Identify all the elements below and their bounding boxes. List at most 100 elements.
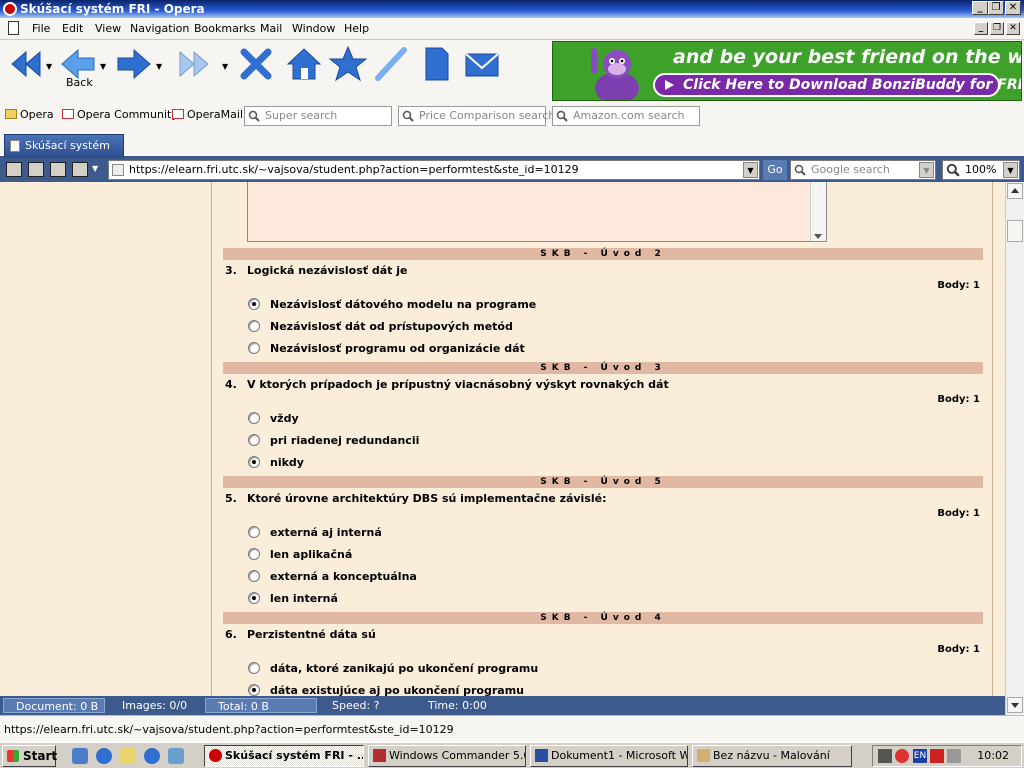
- new-page-icon[interactable]: [72, 162, 88, 177]
- magnifier-icon: [402, 110, 414, 122]
- go-button[interactable]: Go: [763, 160, 787, 180]
- opera-logo-icon: [3, 2, 17, 16]
- bonzibuddy-banner-ad[interactable]: and be your best friend on the web! Clic…: [552, 41, 1022, 101]
- start-button[interactable]: Start: [2, 745, 58, 767]
- super-search-field[interactable]: Super search: [244, 106, 392, 126]
- tab-skusaci-system[interactable]: Skúšací systém FRI: [4, 134, 124, 174]
- google-search-field[interactable]: Google search ▼: [790, 160, 936, 180]
- radio-button[interactable]: [248, 548, 260, 560]
- quicklaunch-browser-icon[interactable]: [144, 748, 160, 764]
- search-dropdown-icon[interactable]: ▼: [919, 162, 934, 178]
- page-icon: [10, 140, 20, 152]
- menu-window[interactable]: Window: [292, 22, 335, 35]
- radio-button[interactable]: [248, 434, 260, 446]
- address-dropdown-icon[interactable]: ▼: [743, 162, 758, 178]
- status-total: Total: 0 B: [205, 698, 317, 713]
- amazon-search-field[interactable]: Amazon.com search: [552, 106, 700, 126]
- menu-bookmarks[interactable]: Bookmarks: [194, 22, 255, 35]
- minimize-button[interactable]: _: [972, 1, 988, 15]
- title-bar: Skúšací systém FRI - Opera _ ❐ ✕: [0, 0, 1024, 18]
- radio-button[interactable]: [248, 570, 260, 582]
- question-label: Ktoré úrovne architektúry DBS sú impleme…: [247, 492, 607, 505]
- radio-button[interactable]: [248, 526, 260, 538]
- task-windows-commander[interactable]: Windows Commander 5.0...: [368, 745, 526, 767]
- radio-button[interactable]: [248, 342, 260, 354]
- menu-navigation[interactable]: Navigation: [130, 22, 189, 35]
- transfer-status-bar: Document: 0 B Images: 0/0 Total: 0 B Spe…: [0, 696, 1005, 715]
- radio-button[interactable]: [248, 456, 260, 468]
- mdi-close-button[interactable]: ✕: [1006, 22, 1020, 35]
- ad-cta-label: Click Here to Download BonziBuddy for FR…: [683, 77, 1022, 93]
- bookmark-opera[interactable]: Opera: [5, 108, 54, 121]
- windows-taskbar: Start Skúšací systém FRI - ... Windows C…: [0, 742, 1024, 768]
- mail-icon[interactable]: [462, 44, 502, 84]
- language-indicator[interactable]: EN: [913, 749, 927, 763]
- zoom-dropdown-icon[interactable]: ▼: [1003, 162, 1018, 178]
- zoom-field[interactable]: 100% ▼: [942, 160, 1020, 180]
- bookmark-opera-community[interactable]: Opera Community: [62, 108, 178, 121]
- rewind-icon[interactable]: [4, 44, 44, 84]
- textarea-scrollbar[interactable]: [810, 182, 826, 241]
- menu-help[interactable]: Help: [344, 22, 369, 35]
- fast-forward-dropdown-icon[interactable]: ▼: [222, 62, 228, 71]
- clock: 10:02: [977, 749, 1009, 762]
- radio-button[interactable]: [248, 298, 260, 310]
- mdi-restore-button[interactable]: ❐: [990, 22, 1004, 35]
- home-icon[interactable]: [284, 44, 324, 84]
- radio-button[interactable]: [248, 592, 260, 604]
- windows-logo-icon: [7, 750, 19, 762]
- stop-icon[interactable]: [236, 44, 276, 84]
- tray-plus-icon[interactable]: [930, 749, 944, 763]
- radio-button[interactable]: [248, 662, 260, 674]
- window-title: Skúšací systém FRI - Opera: [20, 2, 205, 16]
- address-field[interactable]: https://elearn.fri.utc.sk/~vajsova/stude…: [108, 160, 760, 180]
- print-icon[interactable]: [50, 162, 66, 177]
- task-word[interactable]: Dokument1 - Microsoft W...: [530, 745, 688, 767]
- task-opera[interactable]: Skúšací systém FRI - ...: [204, 745, 364, 767]
- radio-button[interactable]: [248, 320, 260, 332]
- tray-antivirus-icon[interactable]: [895, 749, 909, 763]
- camera-icon[interactable]: [28, 162, 44, 177]
- question-text: 6. Perzistentné dáta sú: [225, 628, 376, 641]
- quicklaunch-notepad-icon[interactable]: [120, 748, 136, 764]
- answer-textarea[interactable]: [247, 182, 827, 242]
- scroll-up-button[interactable]: [1007, 183, 1023, 199]
- tray-volume-icon[interactable]: [947, 749, 961, 763]
- start-label: Start: [23, 749, 58, 763]
- left-frame: [0, 182, 212, 696]
- wand-icon[interactable]: [6, 162, 22, 177]
- menu-mail[interactable]: Mail: [260, 22, 282, 35]
- rewind-dropdown-icon[interactable]: ▼: [46, 62, 52, 71]
- quicklaunch-outlook-icon[interactable]: [72, 748, 88, 764]
- back-dropdown-icon[interactable]: ▼: [100, 62, 106, 71]
- page-icon[interactable]: [416, 44, 456, 84]
- price-comparison-search-field[interactable]: Price Comparison search: [398, 106, 555, 126]
- tray-app-icon[interactable]: [878, 749, 892, 763]
- document-icon[interactable]: [8, 21, 19, 35]
- task-paint[interactable]: Bez názvu - Malování: [692, 745, 852, 767]
- scroll-down-button[interactable]: [1007, 697, 1023, 713]
- quicklaunch-desktop-icon[interactable]: [168, 748, 184, 764]
- page-scrollbar[interactable]: [1005, 182, 1024, 715]
- forward-arrow-icon[interactable]: [114, 44, 154, 84]
- bookmark-star-icon[interactable]: [328, 44, 368, 84]
- forward-dropdown-icon[interactable]: ▼: [156, 62, 162, 71]
- menu-file[interactable]: File: [32, 22, 50, 35]
- mdi-minimize-button[interactable]: _: [974, 22, 988, 35]
- answer-label: vždy: [270, 412, 299, 425]
- back-label[interactable]: Back: [66, 76, 93, 89]
- restore-button[interactable]: ❐: [988, 1, 1004, 15]
- scroll-thumb[interactable]: [1007, 220, 1023, 242]
- page-menu-dropdown-icon[interactable]: ▼: [92, 164, 98, 173]
- bookmark-operamail[interactable]: OperaMail: [172, 108, 243, 121]
- ad-download-button[interactable]: Click Here to Download BonziBuddy for FR…: [653, 73, 1021, 97]
- scroll-down-arrow-icon[interactable]: [814, 234, 822, 239]
- menu-view[interactable]: View: [95, 22, 121, 35]
- notes-pencil-icon[interactable]: [372, 44, 412, 84]
- radio-button[interactable]: [248, 412, 260, 424]
- close-button[interactable]: ✕: [1005, 1, 1021, 15]
- menu-edit[interactable]: Edit: [62, 22, 83, 35]
- radio-button[interactable]: [248, 684, 260, 696]
- fast-forward-icon[interactable]: [176, 44, 216, 84]
- quicklaunch-ie-icon[interactable]: [96, 748, 112, 764]
